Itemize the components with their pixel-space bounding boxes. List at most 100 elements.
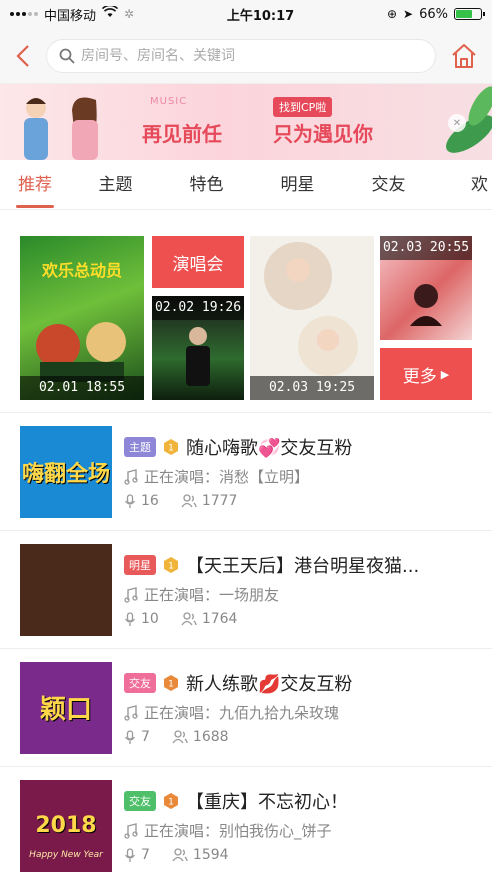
more-label: 更多 <box>402 366 437 387</box>
mic-icon <box>124 729 136 744</box>
promo-banner[interactable]: MUSIC 再见前任 找到CP啦 只为遇见你 ✕ <box>0 84 492 160</box>
search-input[interactable] <box>81 47 423 64</box>
featured-card-3[interactable]: 02.03 19:25 <box>250 236 374 400</box>
room-thumbnail <box>20 543 112 636</box>
svg-text:1: 1 <box>168 562 174 572</box>
room-title: 【天王天后】港台明星夜猫... <box>186 556 420 577</box>
featured-time-3: 02.03 19:25 <box>250 376 374 400</box>
banner-title-right: 只为遇见你 <box>273 122 373 146</box>
signal-icon <box>10 12 38 16</box>
featured-card-4[interactable]: 02.03 20:55 <box>380 236 472 340</box>
triangle-right-icon: ▶ <box>440 367 450 381</box>
featured-card-2[interactable]: 02.02 19:26 <box>152 296 244 400</box>
room-category-badge: 主题 <box>124 437 156 457</box>
clock: 上午10:17 <box>226 8 295 24</box>
mic-icon <box>124 493 136 508</box>
svg-text:1: 1 <box>168 798 174 808</box>
music-note-icon <box>124 822 138 839</box>
listeners-count: 1594 <box>192 847 229 863</box>
people-icon <box>181 494 197 508</box>
now-singing-label: 正在演唱： <box>144 822 220 840</box>
couple-illustration <box>24 97 98 160</box>
featured-grid: 欢乐总动员 02.01 18:55 演唱会 02.02 19:26 02.03 … <box>0 220 492 410</box>
people-icon <box>172 730 188 744</box>
listeners-stat: 1764 <box>181 611 238 627</box>
banner-tag: 找到CP啦 <box>273 97 333 117</box>
thumb-text: 颖口 <box>39 695 92 725</box>
listeners-stat: 1594 <box>172 847 229 863</box>
tab-3[interactable]: 明星 <box>252 160 343 209</box>
listeners-stat: 1777 <box>181 493 238 509</box>
wifi-icon <box>101 4 119 22</box>
nav-bar <box>0 28 492 84</box>
room-row[interactable]: 2018 Happy New Year 交友 1 【重庆】不忘初心！ 正在演唱：… <box>0 767 492 875</box>
people-icon <box>172 848 188 862</box>
room-row[interactable]: 明星 1 【天王天后】港台明星夜猫... 正在演唱： 一场朋友 10 1764 <box>0 531 492 649</box>
svg-text:1: 1 <box>168 444 174 454</box>
featured-time-1: 02.01 18:55 <box>20 376 144 400</box>
room-category-badge: 明星 <box>124 555 156 575</box>
thumb-text: 嗨翻全场 <box>21 461 110 487</box>
battery-icon <box>454 8 485 20</box>
listeners-count: 1688 <box>192 729 229 745</box>
tab-4[interactable]: 交友 <box>343 160 434 209</box>
banner-title-left: 再见前任 <box>142 122 222 146</box>
category-tabs: 推荐 主题 特色 明星 交友欢 <box>0 160 492 210</box>
song-name: 九佰九拾九朵玫瑰 <box>219 704 340 722</box>
concert-button[interactable]: 演唱会 <box>152 236 244 288</box>
room-row[interactable]: 颖口 交友 1 新人练歌💋交友互粉 正在演唱： 九佰九拾九朵玫瑰 7 1688 <box>0 649 492 767</box>
music-note-icon <box>124 468 138 485</box>
banner-music-text: MUSIC <box>150 96 188 107</box>
room-thumbnail: 嗨翻全场 <box>20 425 112 518</box>
room-title: 新人练歌💋交友互粉 <box>186 674 353 695</box>
listeners-count: 1764 <box>201 611 238 627</box>
seats-count: 16 <box>141 493 159 509</box>
home-button[interactable] <box>446 38 482 74</box>
listeners-count: 1777 <box>201 493 238 509</box>
tab-2[interactable]: 特色 <box>161 160 252 209</box>
song-name: 消愁【立明】 <box>219 468 310 486</box>
room-info: 明星 1 【天王天后】港台明星夜猫... 正在演唱： 一场朋友 10 1764 <box>124 552 478 627</box>
home-icon <box>452 43 476 68</box>
thumb-text: 2018 <box>35 813 97 838</box>
back-button[interactable] <box>10 38 36 74</box>
room-info: 主题 1 随心嗨歌💞交友互粉 正在演唱： 消愁【立明】 16 1777 <box>124 434 478 509</box>
room-info: 交友 1 新人练歌💋交友互粉 正在演唱： 九佰九拾九朵玫瑰 7 1688 <box>124 670 478 745</box>
status-bar: 中国移动 ✲ 上午10:17 ⊕ ➤ 66% <box>0 0 492 28</box>
now-singing-label: 正在演唱： <box>144 704 220 722</box>
seats-stat: 7 <box>124 729 150 745</box>
battery-percent: 66% <box>419 6 448 22</box>
featured-card-1[interactable]: 欢乐总动员 02.01 18:55 <box>20 236 144 400</box>
seats-stat: 10 <box>124 611 159 627</box>
room-row[interactable]: 嗨翻全场 主题 1 随心嗨歌💞交友互粉 正在演唱： 消愁【立明】 16 1777 <box>0 413 492 531</box>
search-icon <box>59 48 75 64</box>
chevron-left-icon <box>16 44 29 67</box>
featured-time-2: 02.02 19:26 <box>152 296 244 320</box>
tab-0[interactable]: 推荐 <box>0 160 70 209</box>
svg-text:1: 1 <box>168 680 174 690</box>
seats-count: 10 <box>141 611 159 627</box>
search-bar[interactable] <box>46 38 436 73</box>
room-thumbnail: 2018 Happy New Year <box>20 779 112 872</box>
tab-1[interactable]: 主题 <box>70 160 161 209</box>
song-name: 别怕我伤心_饼子 <box>219 822 332 840</box>
song-name: 一场朋友 <box>219 586 280 604</box>
tab-5[interactable]: 欢 <box>434 160 492 209</box>
more-button[interactable]: 更多 ▶ <box>380 348 472 400</box>
banner-close-icon[interactable]: ✕ <box>448 114 466 132</box>
lock-rotation-icon: ⊕ <box>386 7 398 21</box>
room-list: 嗨翻全场 主题 1 随心嗨歌💞交友互粉 正在演唱： 消愁【立明】 16 1777… <box>0 412 492 875</box>
level-medal-icon: 1 <box>164 793 178 809</box>
now-singing-label: 正在演唱： <box>144 468 220 486</box>
room-info: 交友 1 【重庆】不忘初心！ 正在演唱： 别怕我伤心_饼子 7 1594 <box>124 788 478 863</box>
seats-stat: 7 <box>124 847 150 863</box>
concert-label: 演唱会 <box>172 254 224 275</box>
thumb-subtext: Happy New Year <box>29 849 103 860</box>
music-note-icon <box>124 586 138 603</box>
room-category-badge: 交友 <box>124 673 156 693</box>
mic-icon <box>124 847 136 862</box>
svg-text:欢乐总动员: 欢乐总动员 <box>41 261 122 280</box>
seats-count: 7 <box>141 729 150 745</box>
people-icon <box>181 612 197 626</box>
seats-stat: 16 <box>124 493 159 509</box>
